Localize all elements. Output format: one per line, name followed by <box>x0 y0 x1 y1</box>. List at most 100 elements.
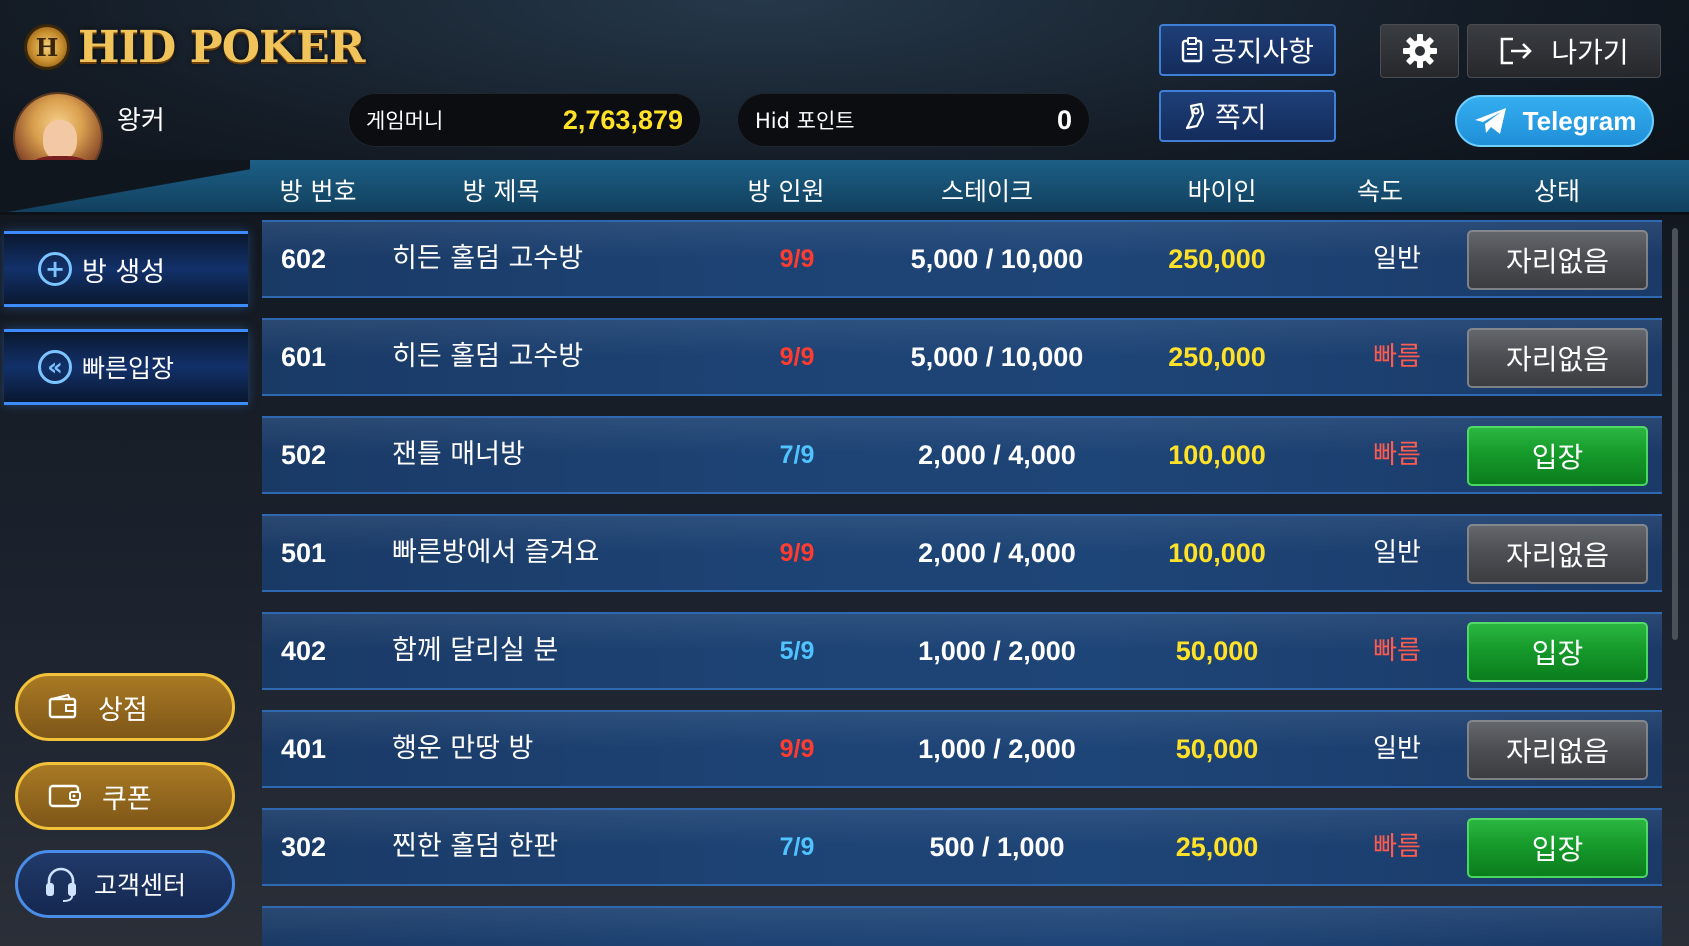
room-players: 7/9 <box>779 833 815 861</box>
room-title: 히든 홀덤 고수방 <box>392 341 584 372</box>
room-row[interactable]: 501 빠른방에서 즐겨요 9/9 2,000 / 4,000 100,000 일반 자리없… <box>262 514 1662 592</box>
quick-join-label: 빠른입장 <box>82 354 175 383</box>
room-speed: 빠름 <box>1373 342 1421 372</box>
room-players: 9/9 <box>779 245 815 273</box>
room-row[interactable]: 302 찐한 홀덤 한판 7/9 500 / 1,000 25,000 빠름 입장 <box>262 808 1662 886</box>
logo: H HID POKER <box>24 18 365 76</box>
room-number: 402 <box>281 636 327 666</box>
room-full-button[interactable]: 자리없음 <box>1467 720 1648 780</box>
support-button[interactable]: 고객센터 <box>15 850 235 918</box>
scrollbar[interactable] <box>1672 228 1678 640</box>
room-number: 401 <box>281 734 327 764</box>
game-money-label: 게임머니 <box>366 109 444 133</box>
room-title: 잰틀 매너방 <box>392 439 525 470</box>
room-speed: 일반 <box>1373 244 1421 274</box>
room-players: 7/9 <box>779 441 815 469</box>
room-title: 찐한 홀덤 한판 <box>392 831 559 862</box>
exit-button[interactable]: 나가기 <box>1467 24 1661 78</box>
room-players: 9/9 <box>779 735 815 763</box>
room-row[interactable]: 602 히든 홀덤 고수방 9/9 5,000 / 10,000 250,000 일반 자리… <box>262 220 1662 298</box>
enter-room-button[interactable]: 입장 <box>1467 818 1648 878</box>
room-buyin: 100,000 <box>1168 440 1266 470</box>
notice-button[interactable]: 공지사항 <box>1159 24 1336 76</box>
game-money-display: 게임머니 2,763,879 <box>348 93 701 147</box>
col-room-no: 방 번호 <box>279 177 357 206</box>
support-label: 고객센터 <box>94 871 187 900</box>
shop-label: 상점 <box>98 694 148 726</box>
room-stake: 5,000 / 10,000 <box>910 244 1084 274</box>
coupon-label: 쿠폰 <box>102 783 152 815</box>
exit-label: 나가기 <box>1551 36 1629 69</box>
poker-chip-icon: H <box>24 24 70 70</box>
room-full-button[interactable]: 자리없음 <box>1467 230 1648 290</box>
plus-icon: + <box>38 252 72 286</box>
quick-join-button[interactable]: « 빠른입장 <box>4 329 248 405</box>
create-room-label: 방 생성 <box>82 256 166 288</box>
col-players: 방 인원 <box>747 177 825 206</box>
room-buyin: 50,000 <box>1175 734 1259 764</box>
room-players: 9/9 <box>779 539 815 567</box>
room-list: 602 히든 홀덤 고수방 9/9 5,000 / 10,000 250,000 일반 자리… <box>262 220 1662 946</box>
room-players: 5/9 <box>779 637 815 665</box>
room-full-button[interactable]: 자리없음 <box>1467 328 1648 388</box>
room-speed: 빠름 <box>1373 636 1421 666</box>
room-buyin: 25,000 <box>1175 832 1259 862</box>
room-number: 602 <box>281 244 327 274</box>
room-stake: 1,000 / 2,000 <box>918 636 1076 666</box>
room-stake: 1,000 / 2,000 <box>918 734 1076 764</box>
telegram-label: Telegram <box>1522 105 1637 136</box>
col-status: 상태 <box>1533 177 1580 206</box>
logo-text: HID POKER <box>78 21 365 73</box>
notice-label: 공지사항 <box>1210 35 1315 68</box>
room-row-partial <box>262 906 1662 946</box>
logout-icon <box>1501 37 1533 65</box>
room-stake: 500 / 1,000 <box>929 832 1065 862</box>
room-speed: 빠름 <box>1373 440 1421 470</box>
col-stake: 스테이크 <box>940 177 1033 206</box>
hid-points-label: Hid 포인트 <box>755 109 855 133</box>
room-buyin: 50,000 <box>1175 636 1259 666</box>
room-buyin: 250,000 <box>1168 342 1266 372</box>
coupon-icon <box>48 784 81 808</box>
room-number: 601 <box>281 342 327 372</box>
hid-points-value: 0 <box>1056 104 1072 135</box>
room-stake: 5,000 / 10,000 <box>910 342 1084 372</box>
double-chevron-left-icon: « <box>38 350 72 384</box>
room-title: 함께 달리실 분 <box>392 635 559 666</box>
settings-button[interactable] <box>1380 24 1459 78</box>
room-buyin: 100,000 <box>1168 538 1266 568</box>
room-title: 히든 홀덤 고수방 <box>392 243 584 274</box>
col-speed: 속도 <box>1356 177 1403 206</box>
telegram-icon <box>1474 108 1506 134</box>
room-title: 빠른방에서 즐겨요 <box>392 537 600 568</box>
coupon-button[interactable]: 쿠폰 <box>15 762 235 830</box>
enter-room-button[interactable]: 입장 <box>1467 426 1648 486</box>
room-number: 501 <box>281 538 327 568</box>
room-speed: 빠름 <box>1373 832 1421 862</box>
room-row[interactable]: 402 함께 달리실 분 5/9 1,000 / 2,000 50,000 빠름 입장 <box>262 612 1662 690</box>
clipboard-icon <box>1181 37 1203 63</box>
message-label: 쪽지 <box>1215 101 1267 134</box>
game-money-value: 2,763,879 <box>562 104 683 135</box>
wallet-icon <box>48 694 77 719</box>
telegram-button[interactable]: Telegram <box>1455 95 1654 147</box>
room-row[interactable]: 401 행운 만땅 방 9/9 1,000 / 2,000 50,000 일반 자리없음 <box>262 710 1662 788</box>
room-buyin: 250,000 <box>1168 244 1266 274</box>
create-room-button[interactable]: + 방 생성 <box>4 231 248 307</box>
message-button[interactable]: 쪽지 <box>1159 90 1336 142</box>
table-header <box>0 160 1689 212</box>
room-players: 9/9 <box>779 343 815 371</box>
room-row[interactable]: 601 히든 홀덤 고수방 9/9 5,000 / 10,000 250,000 빠름 자리… <box>262 318 1662 396</box>
room-speed: 일반 <box>1373 538 1421 568</box>
room-stake: 2,000 / 4,000 <box>918 440 1076 470</box>
message-icon <box>1185 102 1205 130</box>
room-title: 행운 만땅 방 <box>392 733 534 764</box>
room-full-button[interactable]: 자리없음 <box>1467 524 1648 584</box>
room-row[interactable]: 502 잰틀 매너방 7/9 2,000 / 4,000 100,000 빠름 입장 <box>262 416 1662 494</box>
room-number: 502 <box>281 440 327 470</box>
hid-points-display: Hid 포인트 0 <box>737 93 1090 147</box>
shop-button[interactable]: 상점 <box>15 673 235 741</box>
room-stake: 2,000 / 4,000 <box>918 538 1076 568</box>
headset-icon <box>46 867 76 902</box>
enter-room-button[interactable]: 입장 <box>1467 622 1648 682</box>
